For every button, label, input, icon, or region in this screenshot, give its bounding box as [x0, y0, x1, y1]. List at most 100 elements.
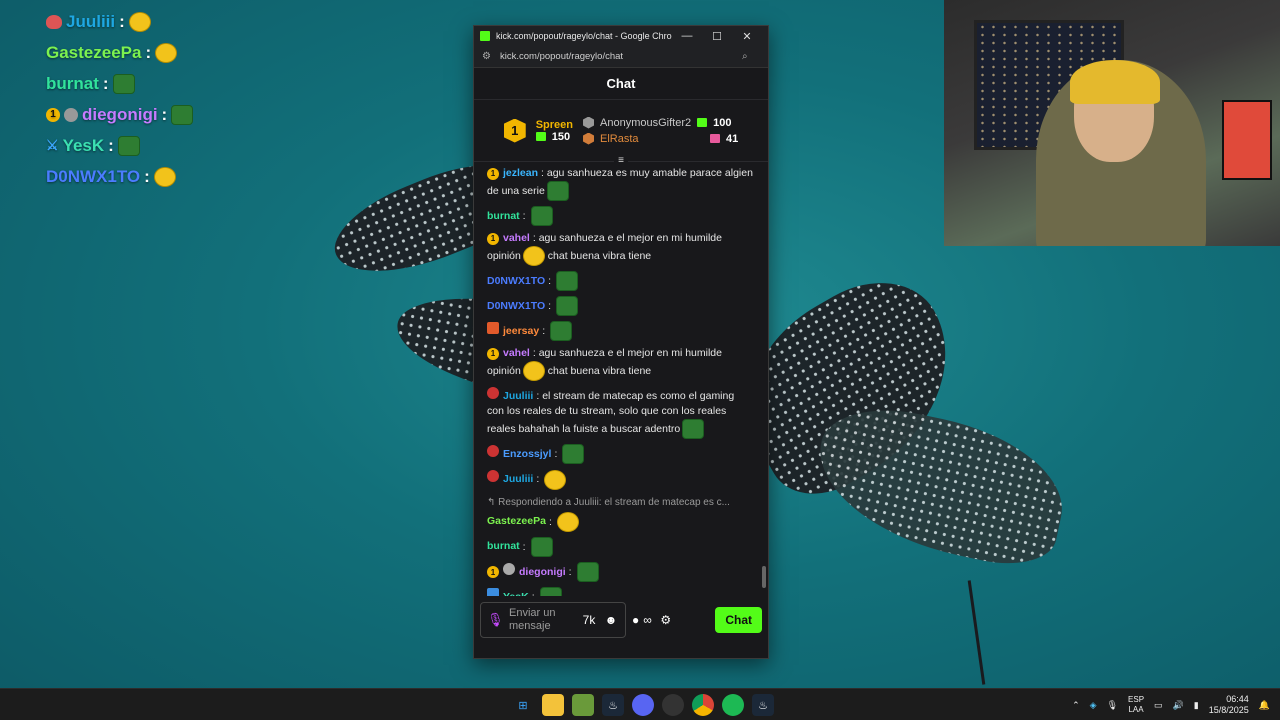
site-info-icon[interactable]: ⚙: [482, 51, 492, 62]
chat-message[interactable]: D0NWX1TO:: [487, 296, 754, 316]
reply-context[interactable]: ↰ Respondiendo a Juuliii: el stream de m…: [487, 495, 754, 510]
gifter-name[interactable]: AnonymousGifter2: [600, 117, 691, 129]
chat-username[interactable]: D0NWX1TO: [487, 300, 545, 312]
chrome-icon[interactable]: [692, 694, 714, 716]
maximize-button[interactable]: ☐: [702, 30, 732, 43]
chat-message[interactable]: YesK:: [487, 587, 754, 596]
chat-message[interactable]: Juuliii:: [487, 469, 754, 490]
close-button[interactable]: ✕: [732, 30, 762, 43]
chat-username[interactable]: GastezeePa: [487, 515, 546, 527]
chat-message[interactable]: 1 vahel: agu sanhueza e el mejor en mi hu…: [487, 231, 754, 266]
emote-icon: [562, 444, 585, 465]
tray-overflow-icon[interactable]: ⌃: [1072, 700, 1080, 711]
chat-username[interactable]: burnat: [487, 540, 520, 552]
chat-username[interactable]: D0NWX1TO: [487, 275, 545, 287]
notifications-icon[interactable]: 🔔: [1259, 700, 1270, 711]
url-text[interactable]: kick.com/popout/rageylo/chat: [500, 51, 742, 62]
tray-app-icon[interactable]: ◈: [1090, 700, 1097, 711]
microphone-icon[interactable]: 🎙: [487, 612, 504, 628]
channel-points[interactable]: ● ∞: [632, 613, 652, 627]
chat-username[interactable]: burnat: [487, 210, 520, 222]
battery-icon[interactable]: ▮: [1194, 700, 1199, 711]
clock[interactable]: 06:44 15/8/2025: [1209, 694, 1249, 716]
top-gifter-name[interactable]: Spreen: [536, 119, 573, 131]
chat-message[interactable]: burnat:: [487, 536, 754, 557]
message-input[interactable]: 🎙 Enviar un mensaje 7k ☻: [480, 602, 626, 638]
overlay-chat-row: GastezeePa:: [46, 37, 193, 68]
obs-icon[interactable]: [662, 694, 684, 716]
chat-username[interactable]: jeersay: [503, 325, 539, 337]
kick-emotes-icon[interactable]: 7k: [581, 613, 597, 627]
scroll-thumb[interactable]: [762, 566, 766, 588]
chat-message[interactable]: burnat:: [487, 206, 754, 226]
window-titlebar[interactable]: kick.com/popout/rageylo/chat - Google Ch…: [474, 26, 768, 46]
minimize-button[interactable]: —: [672, 30, 702, 42]
monitor: [1222, 100, 1272, 180]
volume-icon[interactable]: 🔊: [1173, 700, 1184, 711]
gifter-row[interactable]: ElRasta 41: [583, 132, 738, 145]
subscriber-badge-icon: 1: [487, 566, 499, 579]
settings-gear-icon[interactable]: ⚙: [658, 613, 674, 627]
rank-2-badge: [583, 116, 595, 129]
spotify-icon[interactable]: [722, 694, 744, 716]
emoji-icon[interactable]: ☻: [603, 613, 619, 627]
emote-icon: [155, 42, 178, 63]
message-placeholder[interactable]: Enviar un mensaje: [509, 607, 575, 633]
emote-icon: [117, 135, 140, 156]
chat-username[interactable]: Juuliii: [503, 473, 533, 485]
chat-input-bar: 🎙 Enviar un mensaje 7k ☻ ● ∞ ⚙ Chat: [474, 596, 768, 644]
gifter-row[interactable]: AnonymousGifter2 100: [583, 116, 738, 129]
chat-username[interactable]: Juuliii: [503, 390, 533, 402]
colon: :: [542, 325, 549, 337]
chat-username[interactable]: YesK: [503, 591, 529, 596]
colon: :: [119, 11, 125, 31]
chat-username[interactable]: diegonigi: [519, 566, 566, 578]
system-tray: ⌃ ◈ 🎙 ESP LAA ▭ 🔊 ▮ 06:44 15/8/2025 🔔: [1072, 689, 1270, 720]
chat-message[interactable]: jeersay:: [487, 321, 754, 342]
message-text-after: chat buena vibra tiene: [547, 249, 652, 262]
colon: :: [102, 73, 109, 93]
chat-message[interactable]: 1 vahel: agu sanhueza e el mejor en mi hu…: [487, 346, 754, 382]
steam-icon[interactable]: ♨: [602, 694, 624, 716]
language-indicator[interactable]: ESP LAA: [1128, 695, 1144, 715]
microphone-tray-icon[interactable]: 🎙: [1107, 700, 1118, 711]
windows-start-icon[interactable]: ⊞: [512, 694, 534, 716]
chat-message[interactable]: D0NWX1TO:: [487, 271, 754, 291]
overlay-chat-row: Juuliii:: [46, 6, 193, 37]
chat-username[interactable]: jezlean: [503, 167, 538, 179]
chat-message[interactable]: 1 diegonigi:: [487, 561, 754, 582]
chat-message[interactable]: Juuliii: el stream de matecap es como el…: [487, 386, 754, 440]
colon: :: [548, 299, 554, 312]
emote-icon: [530, 206, 553, 226]
chat-username[interactable]: vahel: [503, 232, 530, 244]
send-chat-button[interactable]: Chat: [715, 607, 762, 633]
steam-icon-2[interactable]: ♨: [752, 694, 774, 716]
gift-icon: [697, 118, 708, 127]
overlay-username: burnat: [46, 73, 99, 93]
subscriber-badge-icon: 1: [46, 107, 60, 122]
chat-message[interactable]: GastezeePa:: [487, 511, 754, 532]
chat-username[interactable]: vahel: [503, 347, 530, 359]
chat-message[interactable]: 1 jezlean: agu sanhueza es muy amable par…: [487, 166, 754, 201]
emote-icon: [576, 561, 599, 582]
top-gifter[interactable]: Spreen 150: [535, 119, 573, 143]
ray-tail: [967, 580, 986, 685]
chat-message[interactable]: Enzossjyl:: [487, 444, 754, 465]
chat-scrollbar[interactable]: [762, 162, 766, 596]
zoom-icon[interactable]: ⌕: [742, 51, 752, 62]
discord-icon[interactable]: [632, 694, 654, 716]
chat-username[interactable]: Enzossjyl: [503, 448, 551, 460]
top-gifter-count: 150: [551, 130, 571, 143]
other-gifters: AnonymousGifter2 100 ElRasta 41: [583, 116, 738, 145]
file-explorer-icon[interactable]: [542, 694, 564, 716]
emote-icon: [556, 271, 578, 291]
chat-messages[interactable]: 1 jezlean: agu sanhueza es muy amable par…: [474, 162, 768, 596]
network-icon[interactable]: ▭: [1154, 700, 1163, 711]
address-bar[interactable]: ⚙ kick.com/popout/rageylo/chat ⌕: [474, 46, 768, 68]
overlay-chat-row: D0NWX1TO:: [46, 161, 193, 192]
gifter-name[interactable]: ElRasta: [600, 133, 704, 145]
emote-icon: [539, 587, 562, 596]
emote-icon: [546, 181, 569, 201]
chrome-popup-window[interactable]: kick.com/popout/rageylo/chat - Google Ch…: [473, 25, 769, 659]
minecraft-icon[interactable]: [572, 694, 594, 716]
